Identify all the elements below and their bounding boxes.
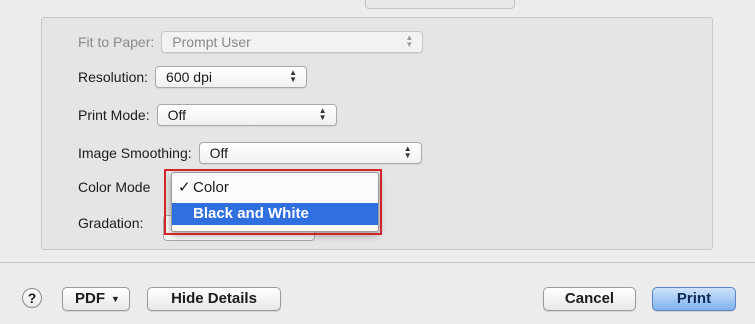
up-down-arrows-icon: ▲ ▼ <box>405 33 414 49</box>
menu-item-color[interactable]: ✓ Color <box>172 177 378 199</box>
color-mode-menu: ✓ Color Black and White <box>171 172 379 232</box>
image-smoothing-value: Off <box>209 145 229 161</box>
image-smoothing-label: Image Smoothing: <box>78 145 192 161</box>
menu-item-label: Color <box>193 179 229 196</box>
print-label: Print <box>676 290 712 307</box>
cancel-label: Cancel <box>564 290 615 307</box>
print-mode-label: Print Mode: <box>78 107 150 123</box>
print-mode-value: Off <box>167 107 187 123</box>
menu-item-black-and-white[interactable]: Black and White <box>172 203 378 225</box>
up-down-arrows-icon: ▲ ▼ <box>318 106 327 122</box>
print-mode-select[interactable]: Off ▲ ▼ <box>156 104 337 126</box>
menu-item-label: Black and White <box>193 205 309 222</box>
up-down-arrows-icon: ▲ ▼ <box>289 68 298 84</box>
resolution-select[interactable]: 600 dpi ▲ ▼ <box>155 66 308 88</box>
image-smoothing-row: Image Smoothing: Off ▲ ▼ <box>78 141 422 165</box>
top-tab-edge <box>365 0 515 9</box>
print-button[interactable]: Print <box>652 287 736 311</box>
pdf-button-label: PDF <box>75 290 105 307</box>
fit-to-paper-value: Prompt User <box>172 34 251 50</box>
hide-details-label: Hide Details <box>171 290 257 307</box>
resolution-label: Resolution: <box>78 69 149 85</box>
image-smoothing-select[interactable]: Off ▲ ▼ <box>198 142 422 164</box>
help-button[interactable]: ? <box>22 288 42 308</box>
resolution-row: Resolution: 600 dpi ▲ ▼ <box>78 65 308 89</box>
chevron-down-icon: ▼ <box>111 294 120 304</box>
checkmark-icon: ✓ <box>178 179 191 196</box>
gradation-label: Gradation: <box>78 215 144 231</box>
color-mode-label: Color Mode <box>78 179 151 195</box>
up-down-arrows-icon: ▲ ▼ <box>403 144 412 160</box>
fit-to-paper-row: Fit to Paper: Prompt User ▲ ▼ <box>78 30 424 54</box>
resolution-value: 600 dpi <box>166 69 212 85</box>
hide-details-button[interactable]: Hide Details <box>147 287 281 311</box>
question-mark-icon: ? <box>27 290 37 306</box>
fit-to-paper-label: Fit to Paper: <box>78 34 155 50</box>
footer-divider <box>0 262 755 263</box>
cancel-button[interactable]: Cancel <box>543 287 636 311</box>
pdf-button[interactable]: PDF ▼ <box>62 287 130 311</box>
fit-to-paper-select: Prompt User ▲ ▼ <box>161 31 424 53</box>
print-mode-row: Print Mode: Off ▲ ▼ <box>78 103 337 127</box>
